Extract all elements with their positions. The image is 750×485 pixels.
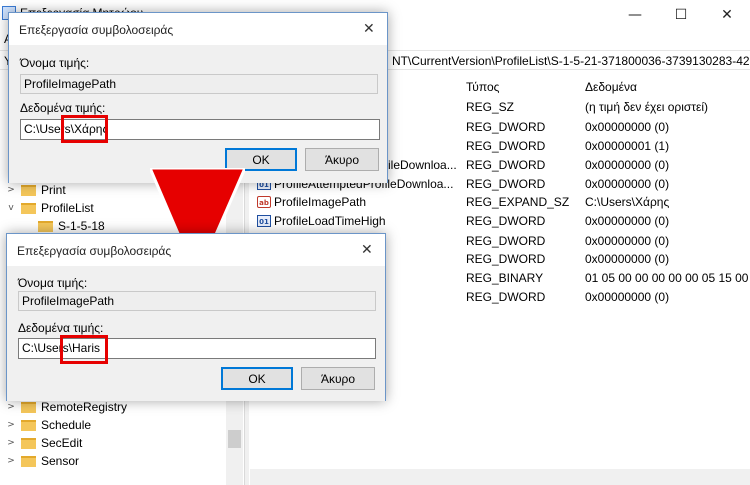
chevron-right-icon[interactable]: > — [6, 420, 16, 430]
address-path: NT\CurrentVersion\ProfileList\S-1-5-21-3… — [392, 54, 750, 68]
folder-icon — [21, 419, 36, 431]
row-data: 0x00000000 (0) — [585, 158, 670, 172]
cancel-button[interactable]: Άκυρο — [305, 148, 379, 171]
row-type: REG_DWORD — [466, 234, 546, 248]
cancel-button[interactable]: Άκυρο — [301, 367, 375, 390]
folder-icon — [21, 437, 36, 449]
row-data: 0x00000000 (0) — [585, 252, 670, 266]
highlight-box-latin-name — [60, 335, 108, 364]
row-data: 0x00000000 (0) — [585, 290, 670, 304]
tree-item-label: ProfileList — [41, 201, 94, 215]
chevron-right-icon[interactable]: > — [6, 185, 16, 195]
row-type: REG_DWORD — [466, 177, 546, 191]
row-type: REG_DWORD — [466, 290, 546, 304]
row-type: REG_DWORD — [466, 120, 546, 134]
value-name-field: ProfileImagePath — [18, 291, 376, 311]
column-header-type[interactable]: Τύπος — [466, 80, 499, 94]
row-data: 0x00000000 (0) — [585, 177, 670, 191]
row-data: (η τιμή δεν έχει οριστεί) — [585, 100, 709, 114]
tree-scrollbar-thumb[interactable] — [228, 430, 241, 448]
folder-icon — [21, 184, 36, 196]
row-type: REG_BINARY — [466, 271, 544, 285]
row-data: C:\Users\Χάρης — [585, 195, 670, 209]
ok-button[interactable]: OK — [221, 367, 293, 390]
tree-item-label: S-1-5-18 — [58, 219, 105, 233]
folder-icon — [21, 401, 36, 413]
row-data: 0x00000000 (0) — [585, 214, 670, 228]
row-name[interactable]: ofileDownloa... — [378, 158, 457, 172]
tree-item-print[interactable]: > Print — [6, 181, 66, 199]
chevron-right-icon[interactable]: > — [6, 402, 16, 412]
minimize-button[interactable]: — — [612, 0, 658, 30]
tree-item-profilelist[interactable]: v ProfileList — [6, 199, 94, 217]
close-icon[interactable]: ✕ — [363, 21, 375, 37]
value-data-label: Δεδομένα τιμής: — [20, 101, 106, 115]
string-value-icon: ab — [257, 196, 271, 208]
row-name[interactable]: ProfileImagePath — [274, 195, 366, 209]
value-name-label: Όνομα τιμής: — [20, 56, 90, 70]
row-data: 0x00000001 (1) — [585, 139, 670, 153]
value-name-field: ProfileImagePath — [20, 74, 378, 94]
edit-string-dialog-greek: Επεξεργασία συμβολοσειράς ✕ Όνομα τιμής:… — [8, 12, 388, 183]
row-data: 0x00000000 (0) — [585, 120, 670, 134]
tree-item-secedit[interactable]: > SecEdit — [6, 434, 82, 452]
value-name-label: Όνομα τιμής: — [18, 276, 88, 290]
binary-value-icon: 01 — [257, 215, 271, 227]
tree-item-label: Print — [41, 183, 66, 197]
tree-item-label: SecEdit — [41, 436, 83, 450]
chevron-right-icon[interactable]: > — [6, 456, 16, 466]
row-type: REG_DWORD — [466, 252, 546, 266]
folder-icon — [38, 220, 53, 232]
edit-string-dialog-latin: Επεξεργασία συμβολοσειράς ✕ Όνομα τιμής:… — [6, 233, 386, 401]
chevron-down-icon[interactable]: v — [6, 203, 16, 213]
row-data: 01 05 00 00 00 00 00 05 15 00 00 — [585, 271, 750, 285]
folder-icon — [21, 455, 36, 467]
row-type: REG_SZ — [466, 100, 515, 114]
row-type: REG_DWORD — [466, 214, 546, 228]
tree-item-schedule[interactable]: > Schedule — [6, 416, 91, 434]
row-type: REG_DWORD — [466, 158, 546, 172]
tree-item-label: RemoteRegistry — [41, 400, 128, 414]
dialog-title: Επεξεργασία συμβολοσειράς — [19, 23, 174, 37]
value-data-label: Δεδομένα τιμής: — [18, 321, 104, 335]
close-button[interactable]: ✕ — [704, 0, 750, 30]
row-data: 0x00000000 (0) — [585, 234, 670, 248]
close-icon[interactable]: ✕ — [361, 242, 373, 258]
column-header-data[interactable]: Δεδομένα — [585, 80, 637, 94]
maximize-button[interactable]: ☐ — [658, 0, 704, 30]
tree-item-label: Schedule — [41, 418, 92, 432]
highlight-box-greek-name — [61, 115, 108, 143]
row-type: REG_DWORD — [466, 139, 546, 153]
list-horizontal-scrollbar[interactable] — [250, 469, 750, 485]
tree-item-sensor[interactable]: > Sensor — [6, 452, 79, 470]
row-name[interactable]: ProfileLoadTimeHigh — [274, 214, 386, 228]
dialog-title: Επεξεργασία συμβολοσειράς — [17, 244, 172, 258]
folder-icon — [21, 202, 36, 214]
chevron-right-icon[interactable]: > — [6, 438, 16, 448]
tree-item-label: Sensor — [41, 454, 80, 468]
row-type: REG_EXPAND_SZ — [466, 195, 570, 209]
